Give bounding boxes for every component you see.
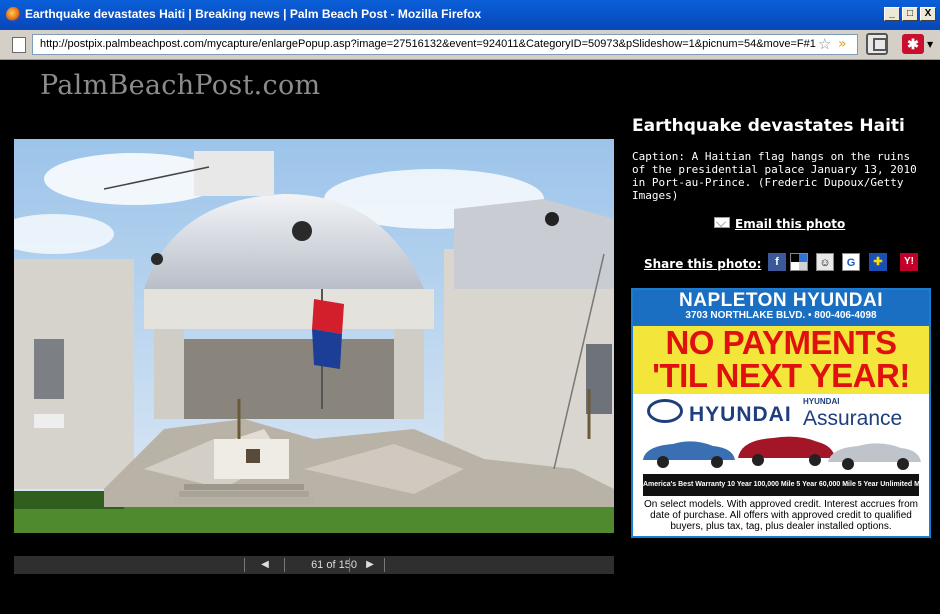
red-car-icon [738,436,835,466]
ad-cars-image [633,428,929,474]
ad-header: NAPLETON HYUNDAI 3703 NORTHLAKE BLVD. • … [633,290,929,326]
go-icon[interactable]: » [838,36,847,52]
cars-illustration [643,436,921,470]
advertisement[interactable]: NAPLETON HYUNDAI 3703 NORTHLAKE BLVD. • … [631,288,931,538]
email-icon[interactable] [714,217,730,228]
window-titlebar[interactable]: Earthquake devastates Haiti | Breaking n… [0,0,940,30]
myspace-icon[interactable]: ✚ [869,253,887,271]
ad-warranty-bar: America's Best Warranty 10 Year 100,000 … [643,474,919,496]
firefox-icon [6,7,21,22]
site-logo[interactable]: PalmBeachPost.com [40,70,320,101]
url-text: http://postpix.palmbeachpost.com/mycaptu… [40,38,816,50]
minimize-button[interactable]: _ [884,7,900,21]
share-label: Share this photo: [644,257,762,271]
photo-headline: Earthquake devastates Haiti [632,116,905,136]
page-icon [12,37,26,53]
google-icon[interactable]: G [842,253,860,271]
addon-icon[interactable]: ✱ [902,34,924,54]
ad-fineprint: On select models. With approved credit. … [644,499,918,532]
ad-logos: HYUNDAI HYUNDAI Assurance [633,394,929,430]
slideshow-pager: ◀ 61 of 150 ▶ [14,556,614,574]
palace-ruins-image [14,139,614,533]
assurance-label-small: HYUNDAI [803,397,840,406]
photo-caption: Caption: A Haitian flag hangs on the rui… [632,150,917,202]
pager-divider [384,558,385,572]
ad-brand: NAPLETON HYUNDAI [679,290,883,311]
ad-promo-line1: NO PAYMENTS [665,324,897,361]
hyundai-logo: HYUNDAI [647,399,792,427]
facebook-icon[interactable]: f [768,253,786,271]
close-button[interactable]: X [920,7,936,21]
silver-car-icon [828,443,921,470]
yahoo-icon[interactable]: Y! [900,253,918,271]
ad-promo-line2: 'TIL NEXT YEAR! [652,357,910,394]
address-bar[interactable]: http://postpix.palmbeachpost.com/mycaptu… [32,34,858,55]
maximize-button[interactable]: □ [902,7,918,21]
previous-photo-button[interactable]: ◀ [245,558,285,572]
ad-promo: NO PAYMENTS 'TIL NEXT YEAR! [633,326,929,394]
window-title: Earthquake devastates Haiti | Breaking n… [25,7,482,21]
bookmark-star-icon[interactable]: ☆ [818,35,831,53]
slideshow-photo[interactable] [14,139,614,533]
ad-address: 3703 NORTHLAKE BLVD. • 800-406-4098 [685,310,877,321]
email-photo-link[interactable]: Email this photo [735,217,845,231]
delicious-icon[interactable] [790,253,808,271]
digg-icon[interactable]: ☺ [816,253,834,271]
tabs-icon[interactable] [866,33,888,55]
blue-car-icon [643,441,735,468]
addon-dropdown-icon[interactable]: ▼ [927,40,933,49]
